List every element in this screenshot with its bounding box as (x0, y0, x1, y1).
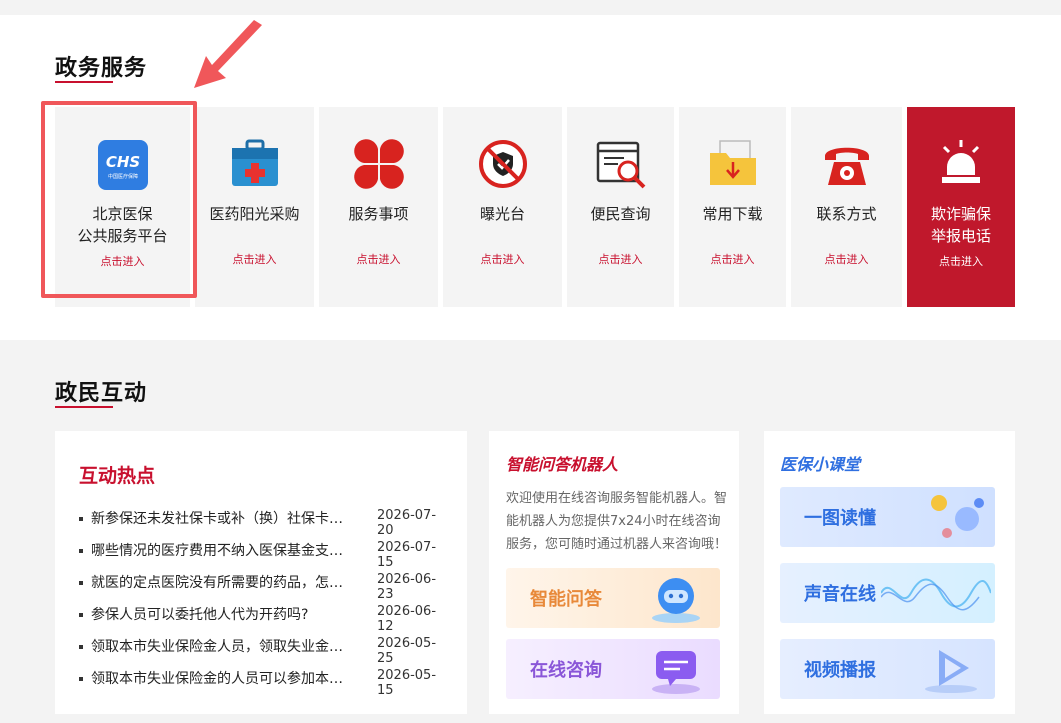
online-consult-button[interactable]: 在线咨询 (506, 639, 720, 699)
clover-icon (352, 137, 406, 191)
gov-services-title: 政务服务 (55, 56, 148, 81)
tile-sunshine-procurement[interactable]: 医药阳光采购 点击进入 (195, 107, 314, 307)
alarm-light-icon (934, 137, 988, 191)
title-underline (55, 406, 113, 408)
annotation-arrow-icon (194, 20, 262, 88)
svg-text:CHS: CHS (105, 153, 139, 171)
list-item[interactable]: 新参保还未发社保卡或补（换）社保卡期间，如何就医？ 2026-07-20 (77, 508, 447, 540)
topic-title[interactable]: 哪些情况的医疗费用不纳入医保基金支付范围？ (91, 540, 353, 560)
tile-label: 常用下载 (702, 205, 763, 223)
tile-label: 医药阳光采购 (209, 205, 300, 223)
tile-enter-link[interactable]: 点击进入 (907, 253, 1015, 269)
telephone-icon (820, 137, 874, 191)
hot-topics-card: 互动热点 新参保还未发社保卡或补（换）社保卡期间，如何就医？ 2026-07-20… (55, 431, 467, 714)
tile-label: 北京医保 公共服务平台 (77, 205, 168, 245)
tile-enter-link[interactable]: 点击进入 (55, 253, 190, 269)
tile-label: 便民查询 (590, 205, 651, 223)
tile-public-query[interactable]: 便民查询 点击进入 (567, 107, 674, 307)
list-item[interactable]: 参保人员可以委托他人代为开药吗? 2026-06-12 (77, 604, 447, 636)
svg-text:中国医疗保障: 中国医疗保障 (107, 173, 137, 180)
topic-date: 2026-06-12 (377, 604, 437, 634)
bullet (79, 581, 83, 585)
bullet (79, 517, 83, 521)
topic-title[interactable]: 领取本市失业保险金人员，领取失业金期间如何参保？ (91, 636, 353, 656)
tile-enter-link[interactable]: 点击进入 (567, 251, 674, 267)
audio-online-button[interactable]: 声音在线 (780, 563, 995, 623)
search-browser-icon (594, 137, 648, 191)
download-folder-icon (706, 137, 760, 191)
robot-head-icon (652, 578, 700, 623)
robot-description: 欢迎使用在线咨询服务智能机器人。智能机器人为您提供7x24小时在线咨询服务，您可… (506, 491, 728, 552)
bullet (79, 613, 83, 617)
tile-common-downloads[interactable]: 常用下载 点击进入 (679, 107, 786, 307)
smart-qa-label: 智能问答 (530, 589, 602, 610)
audio-online-label: 声音在线 (804, 584, 876, 605)
list-item[interactable]: 领取本市失业保险金的人员可以参加本市医疗保险吗？ 2026-05-15 (77, 668, 447, 700)
chs-logo-icon: CHS 中国医疗保障 (97, 140, 148, 190)
tile-enter-link[interactable]: 点击进入 (791, 251, 902, 267)
tile-label: 欺诈骗保 举报电话 (930, 205, 991, 245)
topic-date: 2026-06-23 (377, 572, 437, 602)
tile-service-items[interactable]: 服务事项 点击进入 (319, 107, 438, 307)
tile-exposure-platform[interactable]: 曝光台 点击进入 (443, 107, 562, 307)
topic-title[interactable]: 就医的定点医院没有所需要的药品，怎么办？ (91, 572, 353, 592)
tile-fraud-report-hotline[interactable]: 欺诈骗保 举报电话 点击进入 (907, 107, 1015, 307)
title-underline (55, 81, 113, 83)
video-report-label: 视频播报 (804, 660, 876, 681)
topic-date: 2026-07-20 (377, 508, 437, 538)
hot-topics-title: 互动热点 (79, 465, 156, 487)
tile-label: 服务事项 (348, 205, 409, 223)
tile-enter-link[interactable]: 点击进入 (319, 251, 438, 267)
tile-enter-link[interactable]: 点击进入 (443, 251, 562, 267)
list-item[interactable]: 就医的定点医院没有所需要的药品，怎么办？ 2026-06-23 (77, 572, 447, 604)
topic-date: 2026-07-15 (377, 540, 437, 570)
robot-title: 智能问答机器人 (506, 455, 619, 474)
interaction-title: 政民互动 (55, 381, 148, 406)
topic-title[interactable]: 新参保还未发社保卡或补（换）社保卡期间，如何就医？ (91, 508, 353, 528)
tile-beijing-insurance-platform[interactable]: CHS 中国医疗保障 北京医保 公共服务平台 点击进入 (55, 107, 190, 307)
tile-label: 联系方式 (816, 205, 877, 223)
bullet (79, 645, 83, 649)
picture-explain-button[interactable]: 一图读懂 (780, 487, 995, 547)
robot-card: 智能问答机器人 欢迎使用在线咨询服务智能机器人。智能机器人为您提供7x24小时在… (489, 431, 739, 714)
classroom-title: 医保小课堂 (780, 455, 861, 474)
topic-title[interactable]: 领取本市失业保险金的人员可以参加本市医疗保险吗？ (91, 668, 353, 688)
no-fraud-shield-icon (476, 137, 530, 191)
tile-enter-link[interactable]: 点击进入 (195, 251, 314, 267)
tile-label: 曝光台 (479, 205, 525, 223)
picture-explain-label: 一图读懂 (804, 508, 876, 529)
smart-qa-button[interactable]: 智能问答 (506, 568, 720, 628)
bullet (79, 677, 83, 681)
chat-bubble-icon (652, 651, 700, 694)
play-icon (925, 650, 977, 693)
medical-kit-icon (228, 137, 282, 191)
tile-enter-link[interactable]: 点击进入 (679, 251, 786, 267)
bubbles-decor-icon (931, 495, 984, 538)
bullet (79, 549, 83, 553)
list-item[interactable]: 领取本市失业保险金人员，领取失业金期间如何参保？ 2026-05-25 (77, 636, 447, 668)
online-consult-label: 在线咨询 (530, 660, 602, 681)
sound-wave-icon (881, 578, 991, 611)
topic-date: 2026-05-15 (377, 668, 437, 698)
list-item[interactable]: 哪些情况的医疗费用不纳入医保基金支付范围？ 2026-07-15 (77, 540, 447, 572)
topic-date: 2026-05-25 (377, 636, 437, 666)
hot-topics-list: 新参保还未发社保卡或补（换）社保卡期间，如何就医？ 2026-07-20 哪些情况… (77, 508, 447, 700)
classroom-card: 医保小课堂 一图读懂 声音在线 视频播报 (764, 431, 1015, 714)
topic-title[interactable]: 参保人员可以委托他人代为开药吗? (91, 604, 353, 624)
tile-contact[interactable]: 联系方式 点击进入 (791, 107, 902, 307)
video-report-button[interactable]: 视频播报 (780, 639, 995, 699)
